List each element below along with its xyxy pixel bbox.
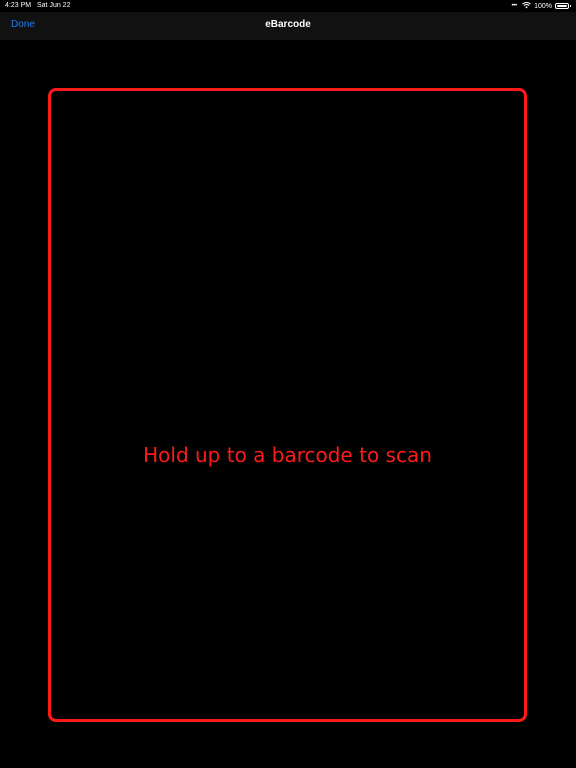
scan-prompt: Hold up to a barcode to scan [143,443,432,467]
status-date: Sat Jun 22 [37,2,71,9]
scan-frame: Hold up to a barcode to scan [48,88,527,722]
status-indicators: • • • 100% [511,1,571,11]
battery-percentage: 100% [534,2,552,10]
battery-icon [555,3,571,9]
battery-fill [557,5,567,7]
multitasking-dots-icon: • • • [511,3,517,9]
nav-title: eBarcode [265,19,311,30]
wifi-icon [522,1,531,11]
scanner-screen: 4:23 PM Sat Jun 22 • • • 100% Done eBarc… [0,0,576,768]
navigation-bar: Done eBarcode [0,12,576,40]
status-bar: 4:23 PM Sat Jun 22 • • • 100% [0,0,576,12]
status-time: 4:23 PM [5,2,32,9]
